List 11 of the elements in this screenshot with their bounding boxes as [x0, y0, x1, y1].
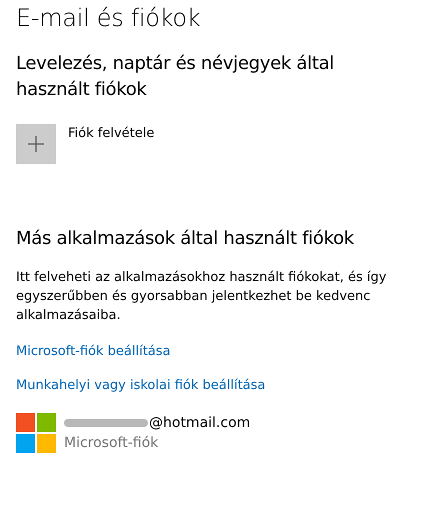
settings-link[interactable]: Munkahelyi vagy iskolai fiók beállítása	[16, 378, 405, 393]
settings-link[interactable]: Microsoft-fiók beállítása	[16, 344, 405, 359]
add-account-button[interactable]: Fiók felvétele	[16, 124, 154, 164]
section-heading: Levelezés, naptár és névjegyek által használt fiókok	[16, 52, 336, 102]
page-title: E-mail és fiókok	[16, 3, 202, 34]
description-text: Itt felveheti az alkalmazásokhoz használt fiókokat, és így egyszerűbben és gyorsabban jelentkezhet be kedvenc alkalmazásaiba.	[16, 269, 388, 325]
account-email: @hotmail.com	[149, 414, 250, 433]
section-heading: Más alkalmazások által használt fiókok	[16, 227, 355, 251]
plus-icon	[28, 136, 44, 152]
account-type: Microsoft-fiók	[64, 434, 160, 453]
four-squares-logo-icon	[16, 413, 56, 453]
